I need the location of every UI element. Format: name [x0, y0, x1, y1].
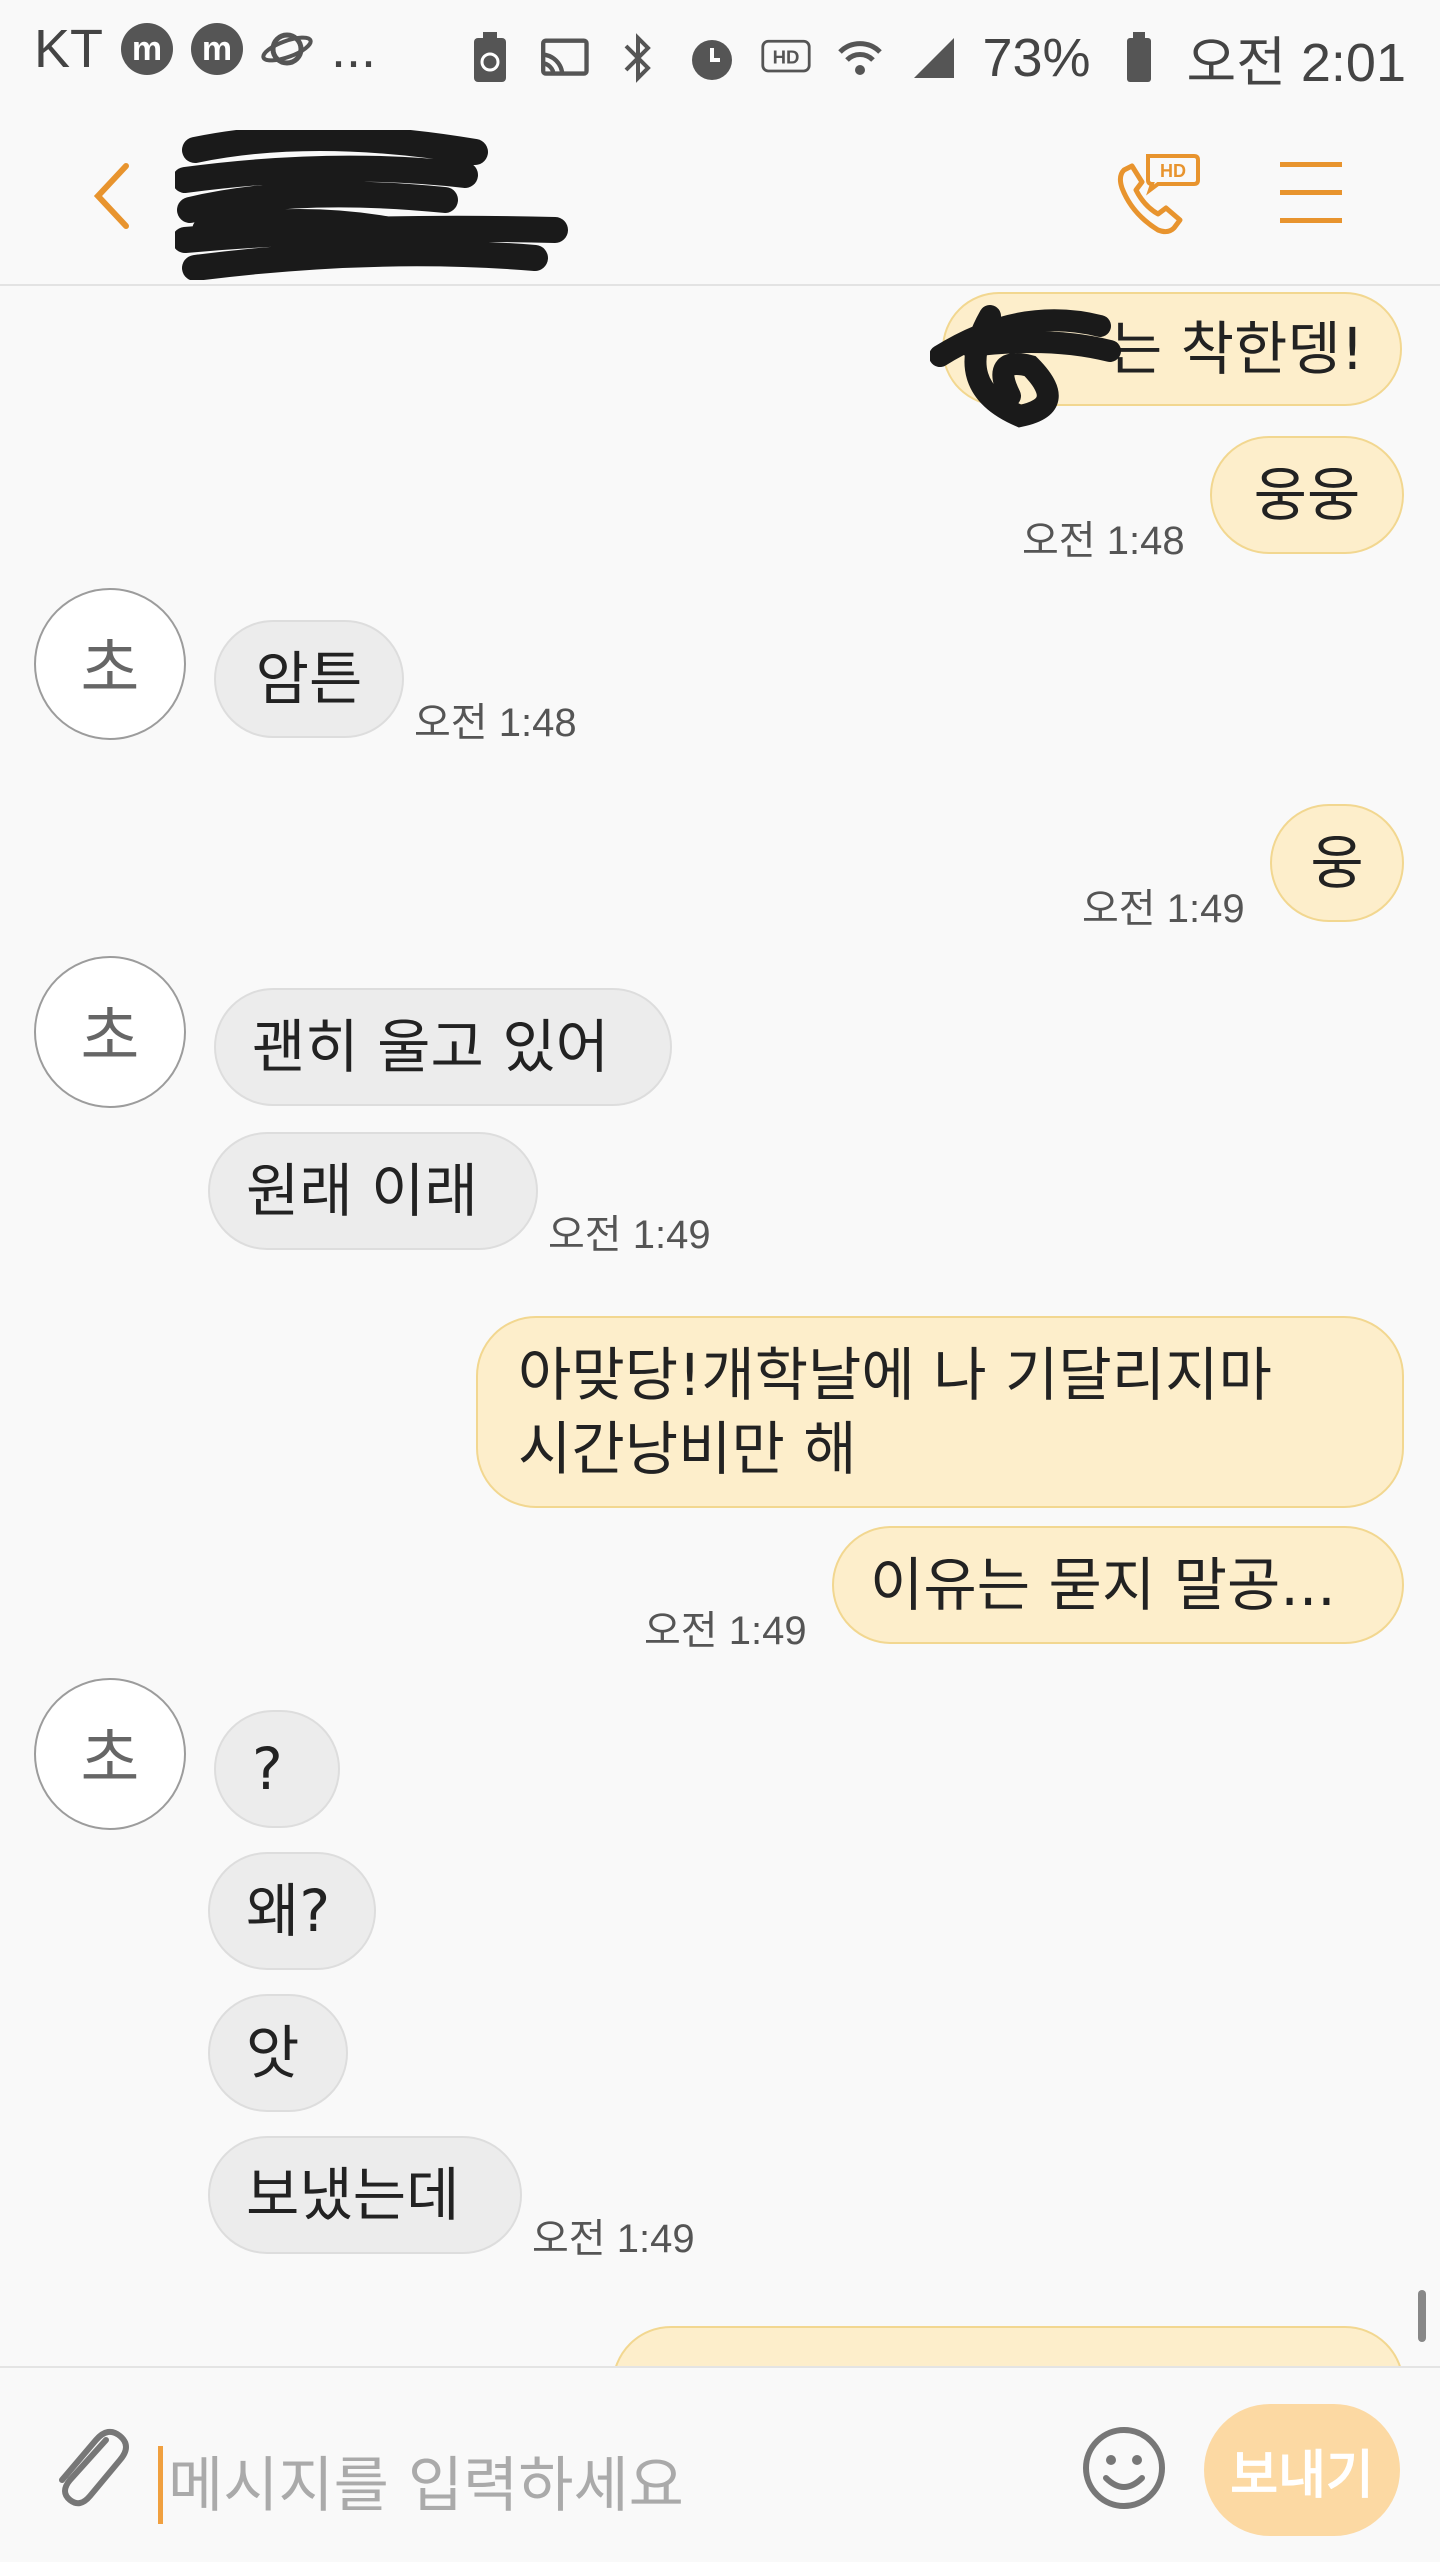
message-text: 괜히 울고 있어: [252, 1013, 610, 1081]
phone-hd-icon: HD: [1117, 154, 1200, 235]
contact-avatar[interactable]: 초: [34, 1678, 186, 1830]
hd-icon: HD: [760, 32, 812, 84]
signal-icon: [908, 32, 960, 84]
emoji-button[interactable]: [1080, 2424, 1168, 2512]
message-timestamp: 오전 1:49: [644, 1609, 807, 1653]
m-app-icon: m: [121, 23, 174, 75]
wifi-icon: [834, 32, 886, 84]
message-text: 보냈는데: [246, 2161, 460, 2229]
incoming-message[interactable]: 왜?: [208, 1852, 376, 1970]
outgoing-message-partial[interactable]: [612, 2326, 1404, 2366]
outgoing-message[interactable]: 이유는 묻지 말공...: [832, 1526, 1404, 1644]
alarm-icon: [686, 32, 738, 84]
bluetooth-icon: [612, 32, 664, 84]
message-text: 웅: [1310, 829, 1364, 897]
attach-button[interactable]: [44, 2418, 134, 2518]
back-button[interactable]: [80, 156, 150, 236]
message-timestamp: 오전 1:48: [414, 701, 577, 745]
planet-icon: [261, 23, 313, 75]
compose-bar: 보내기: [0, 2366, 1440, 2562]
clock: 오전 2:01: [1186, 33, 1406, 93]
message-timestamp: 오전 1:48: [1022, 519, 1185, 563]
message-text: 이유는 묻지 말공...: [870, 1551, 1336, 1619]
battery-percent: 73%: [982, 27, 1091, 88]
message-text: 원래 이래: [246, 1157, 478, 1225]
message-text: 앗: [246, 2019, 300, 2087]
redaction-scribble: [175, 130, 568, 280]
call-button[interactable]: HD: [1110, 152, 1200, 242]
paperclip-icon: [59, 2428, 129, 2507]
cast-icon: [538, 32, 590, 84]
battery-icon: [1113, 31, 1165, 84]
contact-avatar[interactable]: 초: [34, 588, 186, 740]
conversation-header: HD: [0, 100, 1440, 286]
message-text: 는 착한뎅!: [1108, 315, 1364, 383]
message-timestamp: 오전 1:49: [1082, 887, 1245, 931]
svg-text:HD: HD: [773, 46, 800, 67]
scrollbar[interactable]: [1418, 2290, 1426, 2342]
message-input[interactable]: [166, 2440, 1050, 2532]
menu-button[interactable]: [1280, 158, 1342, 228]
battery-saver-icon: [464, 31, 516, 84]
incoming-message[interactable]: 원래 이래: [208, 1132, 538, 1250]
chevron-left-icon: [93, 163, 129, 229]
outgoing-message[interactable]: 웅: [1270, 804, 1404, 922]
status-bar: KT m m ... HD 73% 오전 2:01: [0, 0, 1440, 100]
svg-text:HD: HD: [1160, 161, 1186, 181]
redaction-scribble: [930, 305, 1121, 428]
message-text: 아맞당!개학날에 나 기달리지마 시간낭비만 해: [518, 1341, 1272, 1483]
carrier-label: KT: [34, 19, 104, 79]
send-button[interactable]: 보내기: [1204, 2404, 1400, 2536]
incoming-message[interactable]: 괜히 울고 있어: [214, 988, 672, 1106]
smiley-icon: [1083, 2427, 1165, 2509]
message-text: 왜?: [246, 1877, 331, 1945]
message-timestamp: 오전 1:49: [532, 2217, 695, 2261]
incoming-message[interactable]: 암튼: [214, 620, 404, 738]
hamburger-menu-icon: [1280, 162, 1342, 223]
message-text: 웅웅: [1253, 461, 1361, 529]
contact-avatar[interactable]: 초: [34, 956, 186, 1108]
incoming-message[interactable]: 보냈는데: [208, 2136, 522, 2254]
contact-info[interactable]: [175, 130, 645, 280]
outgoing-message[interactable]: 아맞당!개학날에 나 기달리지마 시간낭비만 해: [476, 1316, 1404, 1508]
m-app-icon: m: [191, 23, 244, 75]
message-text: 암튼: [255, 645, 363, 713]
outgoing-message[interactable]: 웅웅: [1210, 436, 1404, 554]
text-cursor: [158, 2446, 163, 2524]
message-text: ?: [252, 1735, 283, 1803]
more-notifications: ...: [331, 19, 377, 79]
message-list[interactable]: 는 착한뎅! 오전 1:48 웅웅 초 암튼 오전 1:48 오전 1:49 웅…: [0, 286, 1440, 2366]
message-timestamp: 오전 1:49: [548, 1213, 711, 1257]
incoming-message[interactable]: 앗: [208, 1994, 348, 2112]
incoming-message[interactable]: ?: [214, 1710, 340, 1828]
